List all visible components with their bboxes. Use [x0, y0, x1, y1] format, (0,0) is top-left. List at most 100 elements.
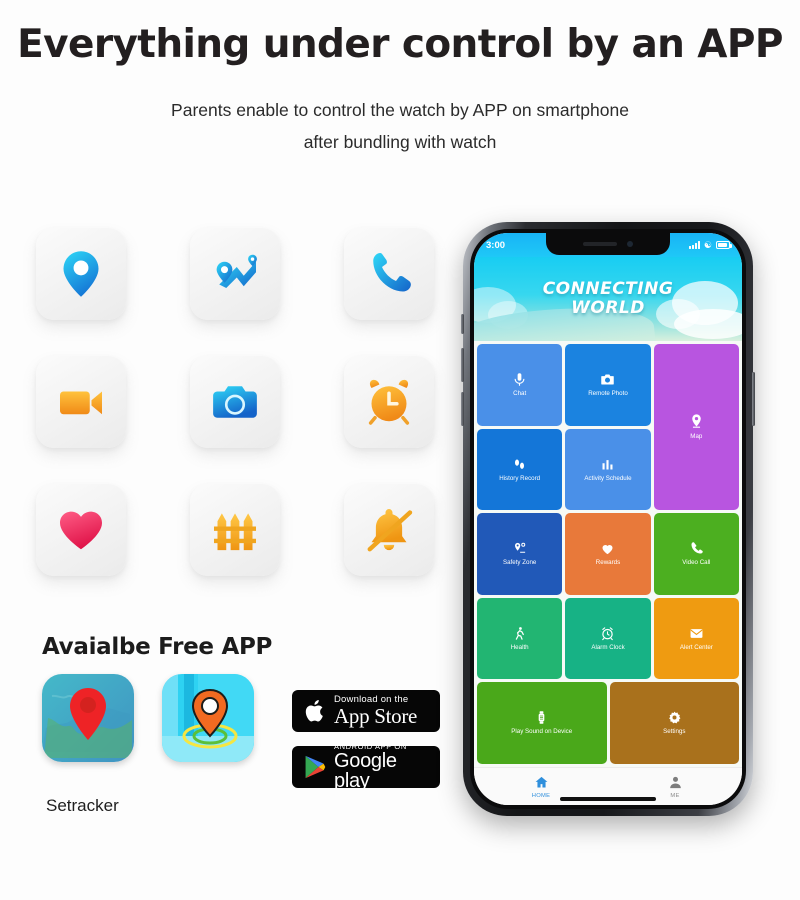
- phone-notch: [546, 233, 670, 255]
- subtitle-line-2: after bundling with watch: [303, 132, 497, 152]
- home-indicator[interactable]: [560, 797, 656, 801]
- tile-label: Video Call: [682, 559, 711, 567]
- person-icon: [668, 775, 683, 790]
- wifi-icon: ☯: [703, 239, 712, 250]
- tile-rewards[interactable]: Rewards: [565, 513, 651, 595]
- tile-label: Remote Photo: [588, 390, 628, 397]
- tab-me[interactable]: ME: [608, 775, 742, 799]
- battery-icon: [716, 241, 732, 249]
- phone-bezel: 3:00 ☯ CONNECTING WORLD Chat Remote Phot…: [470, 229, 746, 809]
- tile-label: Chat: [513, 390, 527, 397]
- bell-off-icon: [361, 502, 417, 558]
- feature-card-video: [36, 356, 126, 448]
- walking-icon: [512, 626, 527, 641]
- tab-home[interactable]: HOME: [474, 775, 608, 799]
- location-pin-icon: [53, 246, 109, 302]
- tile-remote-photo[interactable]: Remote Photo: [565, 344, 651, 426]
- feature-card-silent: [344, 484, 434, 576]
- status-icons: ☯: [688, 239, 732, 250]
- tile-health[interactable]: Health: [477, 597, 563, 680]
- fence-icon: [207, 502, 263, 558]
- page-title: Everything under control by an APP: [17, 22, 783, 67]
- phone-screen: 3:00 ☯ CONNECTING WORLD Chat Remote Phot…: [474, 233, 742, 805]
- cloud-shape: [674, 309, 742, 339]
- tab-label: ME: [670, 792, 680, 799]
- setracker-caption: Setracker: [46, 796, 119, 815]
- tile-alarm-clock[interactable]: Alarm Clock: [565, 597, 651, 680]
- google-play-badge[interactable]: ANDROID APP ON Google play: [292, 746, 440, 788]
- tab-label: HOME: [531, 792, 551, 799]
- app-store-big-label: App Store: [334, 703, 418, 728]
- home-icon: [534, 775, 549, 790]
- tile-label: Alarm Clock: [591, 643, 625, 651]
- feature-icon-grid: [36, 228, 446, 598]
- banner-title: CONNECTING WORLD: [543, 280, 674, 318]
- silent-switch[interactable]: [461, 314, 464, 334]
- volume-up-button[interactable]: [461, 348, 464, 382]
- tile-label: Health: [510, 643, 529, 651]
- microphone-icon: [512, 372, 527, 387]
- envelope-icon: [689, 626, 704, 641]
- safety-zone-icon: [512, 541, 527, 556]
- tile-label: Map: [690, 433, 703, 441]
- tile-label: History Record: [499, 474, 541, 482]
- power-button[interactable]: [752, 372, 755, 426]
- tile-label: Rewards: [595, 559, 621, 567]
- signal-bars-icon: [688, 241, 700, 249]
- alarm-clock-icon: [600, 626, 615, 641]
- banner-line-2: WORLD: [571, 298, 645, 318]
- camera-icon: [207, 374, 263, 430]
- app-tile-grid: Chat Remote Photo Map History Record Act…: [474, 341, 742, 767]
- watch-icon: [534, 710, 549, 725]
- tile-label: Safety Zone: [502, 559, 537, 567]
- camera-icon: [600, 372, 615, 387]
- feature-card-location: [36, 228, 126, 320]
- tile-label: Activity Schedule: [584, 474, 632, 482]
- banner-line-1: CONNECTING: [542, 279, 674, 299]
- tile-chat[interactable]: Chat: [477, 344, 563, 426]
- feature-card-route: [190, 228, 280, 320]
- tile-activity-schedule[interactable]: Activity Schedule: [565, 428, 651, 511]
- phone-call-icon: [689, 541, 704, 556]
- front-camera-icon: [627, 241, 633, 247]
- tile-safety-zone[interactable]: Safety Zone: [477, 513, 563, 595]
- gear-icon: [667, 710, 682, 725]
- video-camera-icon: [53, 374, 109, 430]
- heart-icon: [53, 502, 109, 558]
- maps-app-icon[interactable]: [162, 674, 254, 762]
- tile-settings[interactable]: Settings: [609, 682, 739, 764]
- feature-card-fence: [190, 484, 280, 576]
- feature-card-heart: [36, 484, 126, 576]
- app-store-badge[interactable]: Download on the App Store: [292, 690, 440, 732]
- tile-label: Settings: [663, 728, 686, 736]
- page-subtitle: Parents enable to control the watch by A…: [0, 94, 800, 158]
- feature-card-call: [344, 228, 434, 320]
- google-play-big-label: Google play: [334, 750, 397, 788]
- apple-logo-icon: [300, 698, 330, 724]
- subtitle-line-1: Parents enable to control the watch by A…: [171, 100, 629, 120]
- google-play-icon: [300, 754, 330, 780]
- heart-icon: [600, 541, 615, 556]
- chart-bars-icon: [600, 457, 615, 472]
- tile-play-sound[interactable]: Play Sound on Device: [477, 682, 607, 764]
- tile-label: Alert Center: [679, 643, 713, 651]
- tile-history-record[interactable]: History Record: [477, 428, 563, 511]
- promo-page: Everything under control by an APP Paren…: [0, 0, 800, 900]
- tile-alert-center[interactable]: Alert Center: [653, 597, 739, 680]
- alarm-clock-icon: [361, 374, 417, 430]
- available-app-title: Avaialbe Free APP: [42, 634, 273, 660]
- footprints-icon: [512, 457, 527, 472]
- earpiece-speaker: [583, 242, 617, 246]
- feature-card-alarm: [344, 356, 434, 448]
- phone-call-icon: [361, 246, 417, 302]
- feature-card-camera: [190, 356, 280, 448]
- app-banner: CONNECTING WORLD: [474, 257, 742, 341]
- tile-map[interactable]: Map: [653, 344, 739, 511]
- tile-label: Play Sound on Device: [511, 728, 573, 736]
- volume-down-button[interactable]: [461, 392, 464, 426]
- phone-mockup: 3:00 ☯ CONNECTING WORLD Chat Remote Phot…: [461, 222, 755, 816]
- map-pin-icon: [688, 413, 705, 430]
- tile-video-call[interactable]: Video Call: [653, 513, 739, 595]
- setracker-app-icon[interactable]: [42, 674, 134, 762]
- route-map-icon: [207, 246, 263, 302]
